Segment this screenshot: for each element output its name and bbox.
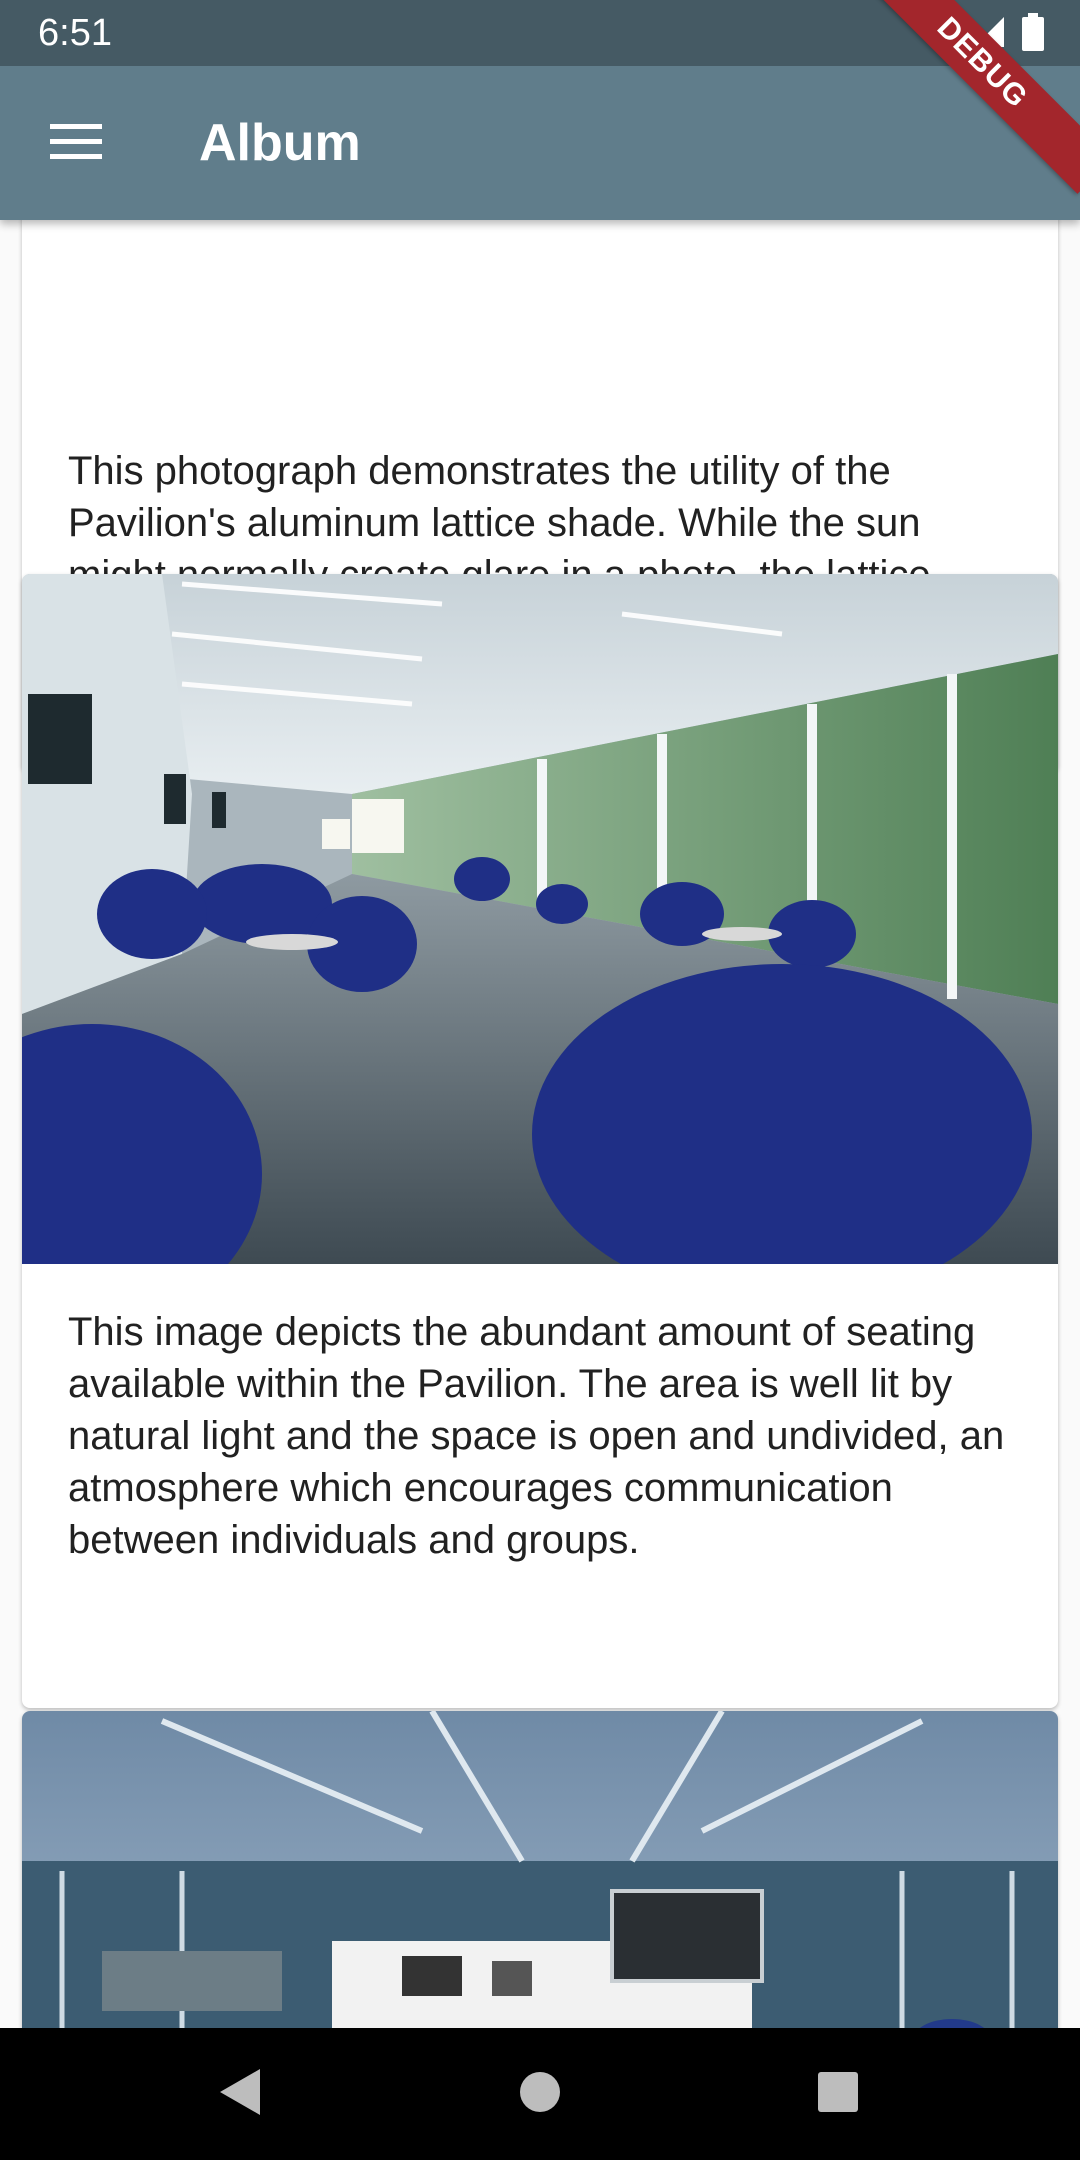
back-button[interactable] (210, 2064, 270, 2124)
battery-icon (1022, 12, 1044, 56)
album-list[interactable]: This photograph demonstrates the utility… (0, 220, 1080, 2028)
pavilion-cafe-counter-photo (22, 1711, 1058, 2028)
app-title: Album (199, 114, 361, 172)
screen: 6:51 Album DEBUG This photograph demonst… (0, 0, 1080, 2160)
menu-button[interactable] (36, 110, 116, 178)
album-card (22, 1711, 1058, 2028)
system-nav-bar (0, 2028, 1080, 2160)
app-bar: Album (0, 66, 1080, 220)
album-card: This image depicts the abundant amount o… (22, 574, 1058, 1708)
menu-icon (50, 123, 102, 165)
back-icon (218, 2067, 262, 2122)
home-icon (519, 2071, 561, 2118)
card-description: This image depicts the abundant amount o… (68, 1310, 1005, 1562)
status-time: 6:51 (38, 12, 112, 54)
home-button[interactable] (510, 2064, 570, 2124)
pavilion-seating-photo (22, 574, 1058, 1264)
recents-icon (817, 2071, 859, 2118)
recents-button[interactable] (808, 2064, 868, 2124)
